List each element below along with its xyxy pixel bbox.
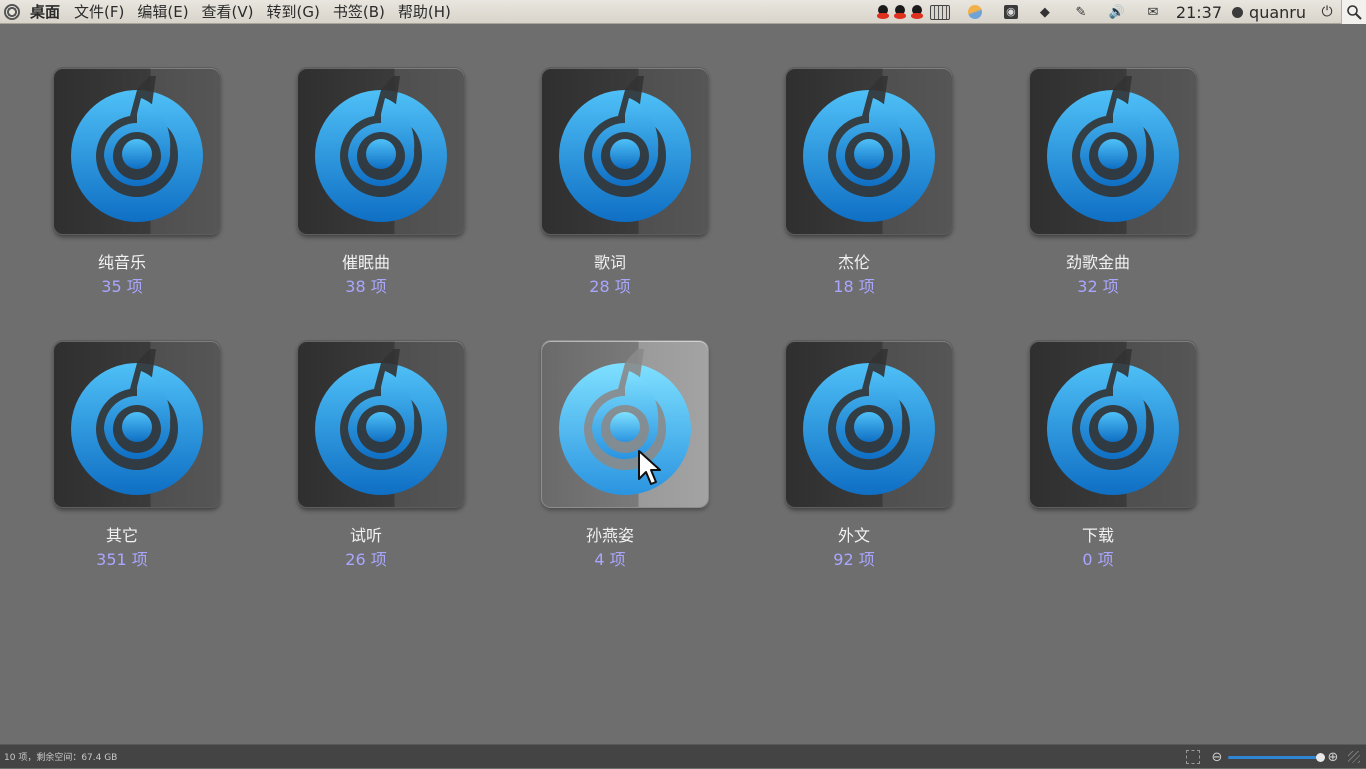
folder-icon bbox=[1030, 341, 1196, 507]
resize-grip-icon[interactable] bbox=[1348, 751, 1360, 763]
folder-name: 下载 bbox=[1081, 526, 1114, 545]
folder-icon bbox=[54, 341, 220, 507]
menu-go[interactable]: 转到(G) bbox=[267, 1, 320, 22]
menu-bookmarks[interactable]: 书签(B) bbox=[333, 1, 385, 22]
folder-name: 孙燕姿 bbox=[585, 526, 634, 545]
network-icon[interactable]: ◆ bbox=[1036, 3, 1054, 21]
menu-help[interactable]: 帮助(H) bbox=[398, 1, 451, 22]
menu-edit[interactable]: 编辑(E) bbox=[137, 1, 188, 22]
status-bar: 10 项，剩余空间：67.4 GB ⊖ ⊕ bbox=[0, 744, 1366, 768]
folder-name: 纯音乐 bbox=[97, 253, 146, 272]
user-name[interactable]: quanru bbox=[1249, 3, 1306, 22]
folder-item[interactable]: 孙燕姿 4 项 bbox=[488, 297, 732, 569]
qq-icon[interactable] bbox=[893, 4, 907, 20]
folder-item[interactable]: 劲歌金曲 32 项 bbox=[976, 24, 1220, 296]
folder-name: 其它 bbox=[105, 526, 138, 545]
folder-count: 0 项 bbox=[1082, 550, 1114, 569]
zoom-out-icon[interactable]: ⊖ bbox=[1210, 750, 1224, 765]
folder-item[interactable]: 外文 92 项 bbox=[732, 297, 976, 569]
clock[interactable]: 21:37 bbox=[1176, 3, 1222, 22]
folder-count: 351 项 bbox=[96, 550, 148, 569]
folder-count: 35 项 bbox=[101, 277, 143, 296]
file-view: 纯音乐 35 项 催眠曲 38 项 歌词 28 项 杰伦 18 项 劲歌金曲 3… bbox=[0, 24, 1366, 744]
zoom-slider[interactable] bbox=[1228, 752, 1325, 762]
folder-name: 杰伦 bbox=[837, 253, 870, 272]
folder-name: 歌词 bbox=[593, 253, 626, 272]
app-title: 桌面 bbox=[30, 3, 61, 21]
folder-name: 试听 bbox=[349, 526, 382, 545]
chat-status-icon[interactable] bbox=[1232, 6, 1244, 18]
folder-item[interactable]: 杰伦 18 项 bbox=[732, 24, 976, 296]
pen-icon[interactable]: ✎ bbox=[1072, 3, 1090, 21]
volume-icon[interactable]: 🔊 bbox=[1108, 3, 1126, 21]
folder-icon bbox=[786, 341, 952, 507]
folder-icon bbox=[298, 341, 464, 507]
zoom-slider-knob[interactable] bbox=[1316, 752, 1325, 762]
folder-icon bbox=[1030, 68, 1196, 234]
dash-search-icon[interactable] bbox=[1341, 0, 1366, 24]
menu-file[interactable]: 文件(F) bbox=[74, 1, 124, 22]
folder-count: 26 项 bbox=[345, 550, 387, 569]
folder-icon bbox=[542, 68, 708, 234]
folder-name: 催眠曲 bbox=[341, 253, 390, 272]
folder-item[interactable]: 试听 26 项 bbox=[244, 297, 488, 569]
weather-icon[interactable] bbox=[967, 5, 982, 19]
system-tray: ◉ ◆ ✎ 🔊 ✉ 21:37 quanru ⏻ bbox=[873, 0, 1366, 24]
keyboard-icon[interactable] bbox=[929, 4, 950, 20]
qq-icon[interactable] bbox=[910, 4, 924, 20]
fit-window-icon[interactable] bbox=[1186, 750, 1200, 764]
folder-name: 劲歌金曲 bbox=[1065, 253, 1130, 272]
app-menu-icon[interactable] bbox=[4, 3, 20, 20]
folder-icon bbox=[542, 341, 708, 507]
folder-item[interactable]: 催眠曲 38 项 bbox=[244, 24, 488, 296]
zoom-in-icon[interactable]: ⊕ bbox=[1326, 750, 1340, 765]
power-icon[interactable]: ⏻ bbox=[1320, 4, 1334, 20]
status-text: 10 项，剩余空间：67.4 GB bbox=[4, 753, 118, 763]
folder-count: 28 项 bbox=[589, 277, 631, 296]
folder-icon bbox=[54, 68, 220, 234]
folder-icon bbox=[298, 68, 464, 234]
rss-icon[interactable]: ◉ bbox=[1003, 5, 1018, 19]
folder-count: 32 项 bbox=[1077, 277, 1119, 296]
folder-name: 外文 bbox=[837, 526, 870, 545]
folder-item[interactable]: 纯音乐 35 项 bbox=[0, 24, 244, 296]
mail-icon[interactable]: ✉ bbox=[1144, 3, 1162, 21]
folder-count: 4 项 bbox=[594, 550, 626, 569]
folder-count: 18 项 bbox=[833, 277, 875, 296]
qq-icon[interactable] bbox=[876, 4, 890, 20]
mouse-cursor-icon bbox=[638, 450, 661, 485]
top-panel: 桌面 文件(F) 编辑(E) 查看(V) 转到(G) 书签(B) 帮助(H) ◉… bbox=[0, 0, 1366, 24]
zoom-controls: ⊖ ⊕ bbox=[1186, 745, 1360, 769]
folder-icon bbox=[786, 68, 952, 234]
folder-item[interactable]: 其它 351 项 bbox=[0, 297, 244, 569]
folder-item[interactable]: 下载 0 项 bbox=[976, 297, 1220, 569]
folder-item[interactable]: 歌词 28 项 bbox=[488, 24, 732, 296]
folder-count: 38 项 bbox=[345, 277, 387, 296]
folder-count: 92 项 bbox=[833, 550, 875, 569]
menu-view[interactable]: 查看(V) bbox=[202, 1, 254, 22]
